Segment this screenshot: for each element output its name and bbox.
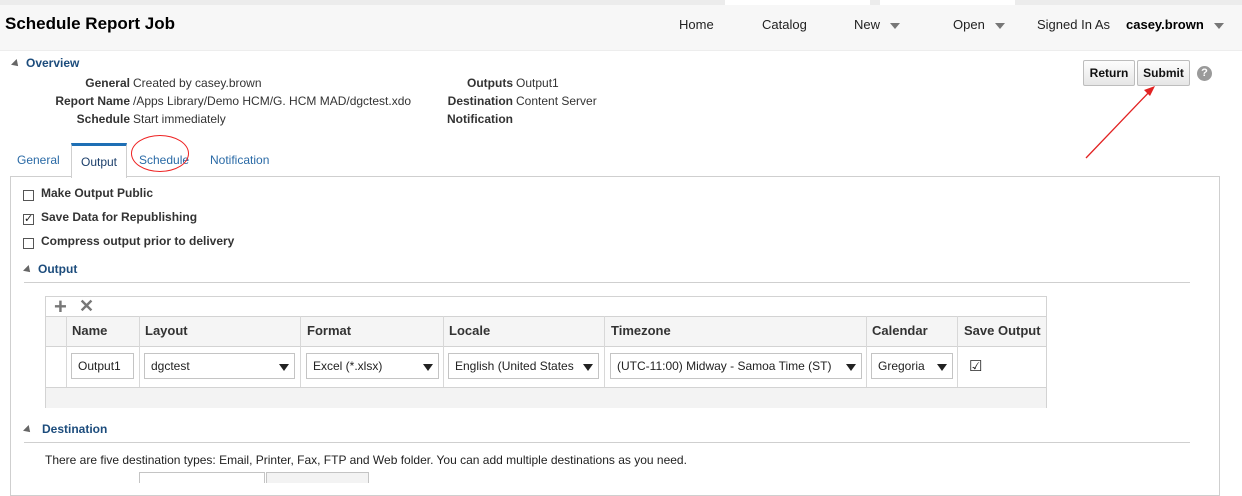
make-public-checkbox[interactable] xyxy=(23,190,34,201)
output-divider xyxy=(24,282,1190,283)
timezone-select[interactable]: (UTC-11:00) Midway - Samoa Time (ST) xyxy=(610,353,862,379)
layout-select[interactable]: dgctest xyxy=(144,353,295,379)
schedule-label: Schedule xyxy=(76,112,130,126)
destination-value: Content Server xyxy=(516,94,597,108)
col-divider xyxy=(443,316,444,387)
col-divider xyxy=(300,316,301,387)
nav-catalog[interactable]: Catalog xyxy=(762,17,807,32)
tab-notification[interactable]: Notification xyxy=(210,153,269,167)
output-name-value: Output1 xyxy=(78,359,121,373)
top-strip xyxy=(0,0,1242,5)
collapse-triangle-icon xyxy=(11,58,21,69)
notification-label: Notification xyxy=(447,112,513,126)
nav-open-label: Open xyxy=(953,17,985,32)
general-value: Created by casey.brown xyxy=(133,76,262,90)
annotation-arrow xyxy=(1085,86,1155,159)
output-name-input[interactable]: Output1 xyxy=(71,353,134,379)
dropdown-arrow-icon xyxy=(937,364,947,371)
destination-divider xyxy=(24,442,1190,443)
chevron-down-icon xyxy=(1213,22,1224,29)
col-header-name: Name xyxy=(72,323,108,338)
col-divider xyxy=(66,316,67,387)
general-label: General xyxy=(85,76,130,90)
dropdown-arrow-icon xyxy=(846,364,856,371)
help-icon[interactable]: ? xyxy=(1197,66,1212,81)
col-header-layout: Layout xyxy=(145,323,188,338)
locale-select[interactable]: English (United States xyxy=(448,353,599,379)
user-menu[interactable]: casey.brown xyxy=(1126,17,1224,32)
save-data-label: Save Data for Republishing xyxy=(41,210,198,224)
save-output-checkbox[interactable]: ☑ xyxy=(969,357,982,375)
make-public-label: Make Output Public xyxy=(41,186,154,200)
tab-output[interactable]: Output xyxy=(71,143,127,178)
user-name: casey.brown xyxy=(1126,17,1204,32)
chevron-down-icon xyxy=(994,22,1005,29)
compress-checkbox[interactable] xyxy=(23,238,34,249)
nav-open[interactable]: Open xyxy=(953,17,1005,32)
overview-toggle[interactable]: Overview xyxy=(11,56,80,70)
nav-new-label: New xyxy=(854,17,881,32)
output-section-toggle[interactable]: Output xyxy=(23,262,78,276)
layout-value: dgctest xyxy=(151,359,190,373)
save-data-checkbox[interactable]: ✓ xyxy=(23,214,34,225)
page-title: Schedule Report Job xyxy=(5,14,176,33)
format-select[interactable]: Excel (*.xlsx) xyxy=(306,353,439,379)
destination-label: Destination xyxy=(447,94,513,108)
calendar-select[interactable]: Gregoria xyxy=(871,353,953,379)
overview-heading: Overview xyxy=(26,56,80,70)
nav-new[interactable]: New xyxy=(854,17,901,32)
destination-section-toggle[interactable]: Destination xyxy=(23,422,108,436)
outputs-label: Outputs xyxy=(467,76,513,90)
schedule-value: Start immediately xyxy=(133,112,226,126)
output-section-heading: Output xyxy=(38,262,78,276)
locale-value: English (United States xyxy=(455,359,574,373)
col-header-timezone: Timezone xyxy=(611,323,671,338)
dropdown-arrow-icon xyxy=(279,364,289,371)
nav-home[interactable]: Home xyxy=(679,17,714,32)
dropdown-arrow-icon xyxy=(423,364,433,371)
annotation-circle xyxy=(131,135,189,172)
table-footer xyxy=(46,387,1046,408)
collapse-triangle-icon xyxy=(23,424,33,435)
report-name-label: Report Name xyxy=(55,94,130,108)
outputs-value: Output1 xyxy=(516,76,559,90)
col-divider xyxy=(604,316,605,387)
dropdown-arrow-icon xyxy=(583,364,593,371)
signed-in-label: Signed In As xyxy=(1037,17,1110,32)
col-header-locale: Locale xyxy=(449,323,491,338)
destination-description: There are five destination types: Email,… xyxy=(45,453,687,467)
delete-icon[interactable]: ✕ xyxy=(79,296,94,317)
calendar-value: Gregoria xyxy=(878,359,925,373)
col-header-calendar: Calendar xyxy=(872,323,928,338)
chevron-down-icon xyxy=(890,22,901,29)
col-divider xyxy=(957,316,958,387)
destination-section-heading: Destination xyxy=(42,422,108,436)
compress-label: Compress output prior to delivery xyxy=(41,234,235,248)
add-destination-button[interactable] xyxy=(266,472,369,483)
col-divider xyxy=(866,316,867,387)
col-header-save-output: Save Output xyxy=(964,323,1041,338)
tab-general[interactable]: General xyxy=(17,153,60,167)
format-value: Excel (*.xlsx) xyxy=(313,359,383,373)
report-name-value: /Apps Library/Demo HCM/G. HCM MAD/dgctes… xyxy=(133,94,412,108)
destination-type-select[interactable] xyxy=(139,472,265,483)
col-header-format: Format xyxy=(307,323,352,338)
timezone-value: (UTC-11:00) Midway - Samoa Time (ST) xyxy=(617,359,832,373)
col-divider xyxy=(139,316,140,387)
collapse-triangle-icon xyxy=(23,264,33,275)
